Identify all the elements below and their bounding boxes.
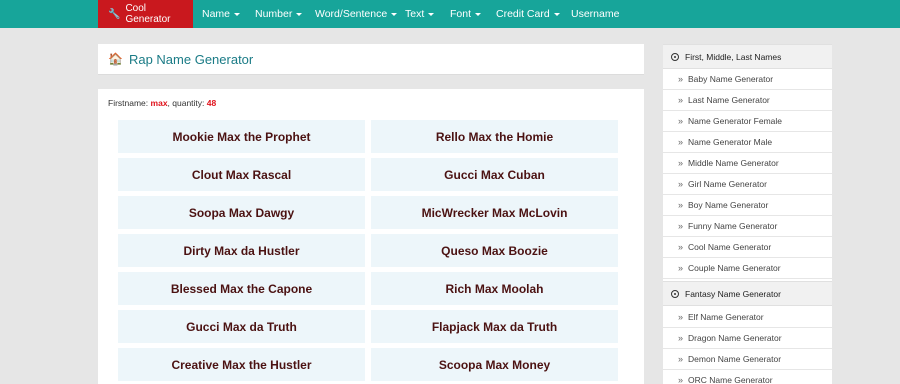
sidebar-link[interactable]: » Couple Name Generator — [663, 258, 832, 279]
name-card[interactable]: Clout Max Rascal — [118, 158, 365, 191]
firstname-label: Firstname: — [108, 98, 149, 108]
link-label: ORC Name Generator — [688, 375, 773, 384]
nav-text-menu[interactable]: Text — [405, 0, 435, 28]
link-label: Middle Name Generator — [688, 158, 779, 168]
double-chevron-icon: » — [678, 200, 684, 210]
double-chevron-icon: » — [678, 95, 684, 105]
sidebar-link[interactable]: » Cool Name Generator — [663, 237, 832, 258]
name-card[interactable]: Blessed Max the Capone — [118, 272, 365, 305]
double-chevron-icon: » — [678, 333, 684, 343]
double-chevron-icon: » — [678, 263, 684, 273]
name-card[interactable]: MicWrecker Max McLovin — [371, 196, 618, 229]
link-label: Name Generator Female — [688, 116, 783, 126]
link-label: Elf Name Generator — [688, 312, 764, 322]
name-card[interactable]: Flapjack Max da Truth — [371, 310, 618, 343]
brand-button[interactable]: 🔧 Cool Generator — [98, 0, 193, 28]
nav-label: Number — [255, 8, 293, 20]
nav-label: Credit Card — [496, 8, 550, 20]
nav-name-menu[interactable]: Name — [202, 0, 241, 28]
double-chevron-icon: » — [678, 137, 684, 147]
sidebar-link[interactable]: » Girl Name Generator — [663, 174, 832, 195]
name-card[interactable]: Queso Max Boozie — [371, 234, 618, 267]
caret-down-icon — [234, 12, 241, 16]
name-card[interactable]: Mookie Max the Prophet — [118, 120, 365, 153]
link-label: Dragon Name Generator — [688, 333, 782, 343]
nav-number-menu[interactable]: Number — [255, 0, 303, 28]
nav-word-sentence-menu[interactable]: Word/Sentence — [315, 0, 398, 28]
double-chevron-icon: » — [678, 242, 684, 252]
caret-down-icon — [391, 12, 398, 16]
caret-down-icon — [553, 12, 560, 16]
firstname-value: max — [150, 98, 168, 108]
name-card[interactable]: Rich Max Moolah — [371, 272, 618, 305]
name-card[interactable]: Soopa Max Dawgy — [118, 196, 365, 229]
sidebar-link[interactable]: » Last Name Generator — [663, 90, 832, 111]
nav-label: Text — [405, 8, 425, 20]
double-chevron-icon: » — [678, 221, 684, 231]
page-header: 🏠 Rap Name Generator — [98, 44, 644, 75]
sidebar-link[interactable]: » Elf Name Generator — [663, 307, 832, 328]
name-card[interactable]: Rello Max the Homie — [371, 120, 618, 153]
wrench-icon: 🔧 — [108, 8, 121, 20]
sidebar-link[interactable]: » ORC Name Generator — [663, 370, 832, 384]
double-chevron-icon: » — [678, 312, 684, 322]
double-chevron-icon: » — [678, 354, 684, 364]
nav-label: Username — [571, 8, 620, 20]
caret-down-icon — [296, 12, 303, 16]
double-chevron-icon: » — [678, 179, 684, 189]
double-chevron-icon: » — [678, 74, 684, 84]
double-chevron-icon: » — [678, 116, 684, 126]
home-icon: 🏠 — [108, 52, 123, 66]
section-title: First, Middle, Last Names — [685, 51, 782, 62]
name-card[interactable]: Gucci Max da Truth — [118, 310, 365, 343]
nav-label: Name — [202, 8, 231, 20]
link-label: Demon Name Generator — [688, 354, 782, 364]
nav-label: Font — [450, 8, 472, 20]
double-chevron-icon: » — [678, 375, 684, 384]
name-card[interactable]: Scoopa Max Money — [371, 348, 618, 381]
brand-label: Cool Generator — [125, 3, 171, 25]
link-label: Couple Name Generator — [688, 263, 781, 273]
nav-label: Word/Sentence — [315, 8, 388, 20]
double-chevron-icon: » — [678, 158, 684, 168]
generation-info: Firstname: max, quantity: 48 — [108, 98, 216, 108]
sidebar-link[interactable]: » Boy Name Generator — [663, 195, 832, 216]
nav-username-link[interactable]: Username — [571, 0, 619, 28]
quantity-label: , quantity: — [167, 98, 205, 108]
sidebar-section-first-middle-last: First, Middle, Last Names — [663, 44, 832, 69]
section-title: Fantasy Name Generator — [685, 288, 781, 299]
sidebar-link[interactable]: » Demon Name Generator — [663, 349, 832, 370]
caret-down-icon — [475, 12, 482, 16]
sidebar-section-fantasy: Fantasy Name Generator — [663, 281, 832, 306]
link-label: Boy Name Generator — [688, 200, 769, 210]
sidebar: First, Middle, Last Names » Baby Name Gen… — [663, 44, 832, 384]
sidebar-link[interactable]: » Baby Name Generator — [663, 69, 832, 90]
link-label: Funny Name Generator — [688, 221, 778, 231]
link-label: Baby Name Generator — [688, 74, 774, 84]
sidebar-link[interactable]: » Dragon Name Generator — [663, 328, 832, 349]
name-card[interactable]: Dirty Max da Hustler — [118, 234, 365, 267]
results-panel: Firstname: max, quantity: 48 Mookie Max … — [98, 89, 644, 384]
link-label: Last Name Generator — [688, 95, 770, 105]
nav-credit-card-menu[interactable]: Credit Card — [496, 0, 560, 28]
page-title: Rap Name Generator — [128, 51, 254, 67]
caret-down-icon — [428, 12, 435, 16]
circle-icon — [671, 289, 679, 298]
circle-icon — [671, 52, 679, 61]
quantity-value: 48 — [206, 98, 217, 108]
sidebar-link[interactable]: » Middle Name Generator — [663, 153, 832, 174]
sidebar-link[interactable]: » Name Generator Male — [663, 132, 832, 153]
link-label: Name Generator Male — [688, 137, 773, 147]
link-label: Girl Name Generator — [688, 179, 767, 189]
name-card[interactable]: Gucci Max Cuban — [371, 158, 618, 191]
top-navbar: 🔧 Cool Generator Name Number Word/Senten… — [0, 0, 900, 28]
sidebar-link[interactable]: » Name Generator Female — [663, 111, 832, 132]
name-card[interactable]: Creative Max the Hustler — [118, 348, 365, 381]
sidebar-link[interactable]: » Funny Name Generator — [663, 216, 832, 237]
nav-font-menu[interactable]: Font — [450, 0, 482, 28]
link-label: Cool Name Generator — [688, 242, 772, 252]
